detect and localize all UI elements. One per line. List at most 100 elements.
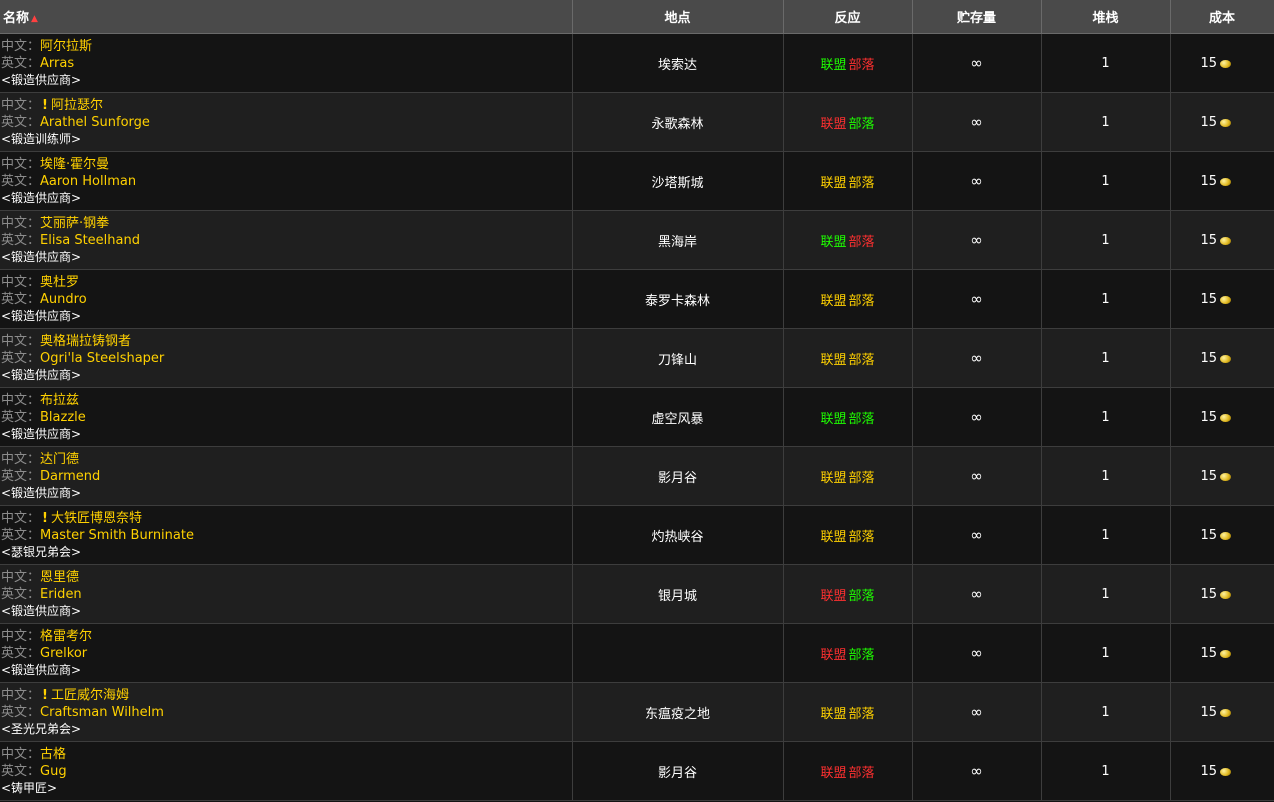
location-cell[interactable]: 银月城 — [572, 564, 784, 624]
table-row[interactable]: 中文：! 工匠威尔海姆 英文：Craftsman Wilhelm <圣光兄弟会> 东瘟疫… — [0, 682, 1274, 742]
npc-name-cell: 中文：布拉兹 英文：Blazzle <锻造供应商> — [0, 387, 573, 447]
table-row[interactable]: 中文：格雷考尔 英文：Grelkor <锻造供应商> 联盟 部落 ∞ 1 15 — [0, 623, 1274, 683]
quest-icon: ! — [42, 510, 48, 526]
table-row[interactable]: 中文：布拉兹 英文：Blazzle <锻造供应商> 虚空风暴 联盟 部落 ∞ 1 15 — [0, 387, 1274, 447]
location-cell[interactable]: 黑海岸 — [572, 210, 784, 270]
location-cell[interactable] — [572, 623, 784, 683]
column-header-location[interactable]: 地点 — [572, 0, 784, 34]
table-row[interactable]: 中文：! 大铁匠博恩奈特 英文：Master Smith Burninate <瑟银兄… — [0, 505, 1274, 565]
location-cell[interactable]: 灼热峡谷 — [572, 505, 784, 565]
npc-name-en-link[interactable]: Grelkor — [40, 646, 87, 661]
en-label: 英文： — [1, 291, 41, 307]
npc-name-cn-link[interactable]: 艾丽萨·钢拳 — [40, 216, 109, 231]
stock-cell: ∞ — [912, 623, 1042, 683]
alliance-reaction: 联盟 — [820, 470, 847, 486]
cost-value: 15 — [1200, 586, 1218, 602]
table-row[interactable]: 中文：奥杜罗 英文：Aundro <锻造供应商> 泰罗卡森林 联盟 部落 ∞ 1 15 — [0, 269, 1274, 329]
npc-name-en-link[interactable]: Elisa Steelhand — [40, 233, 140, 248]
location-cell[interactable]: 泰罗卡森林 — [572, 269, 784, 329]
gold-coin-icon — [1220, 531, 1232, 540]
cost-value: 15 — [1200, 350, 1218, 366]
alliance-reaction: 联盟 — [820, 529, 847, 545]
location-cell[interactable]: 虚空风暴 — [572, 387, 784, 447]
table-row[interactable]: 中文：! 阿拉瑟尔 英文：Arathel Sunforge <锻造训练师> 永歌森林 联盟… — [0, 92, 1274, 152]
column-header-stack[interactable]: 堆栈 — [1041, 0, 1171, 34]
npc-name-en-link[interactable]: Aundro — [40, 292, 87, 307]
npc-name-cn-link[interactable]: 奥格瑞拉铸钢者 — [40, 334, 131, 349]
npc-name-cell: 中文：恩里德 英文：Eriden <锻造供应商> — [0, 564, 573, 624]
column-header-cost[interactable]: 成本 — [1170, 0, 1274, 34]
en-label: 英文： — [1, 704, 41, 720]
npc-name-en-link[interactable]: Craftsman Wilhelm — [40, 705, 164, 720]
cost-value: 15 — [1200, 645, 1218, 661]
location-cell[interactable]: 东瘟疫之地 — [572, 682, 784, 742]
npc-name-cn-link[interactable]: 阿拉瑟尔 — [51, 98, 103, 113]
en-label: 英文： — [1, 173, 41, 189]
npc-name-en-link[interactable]: Arras — [40, 56, 74, 71]
column-header-stock[interactable]: 贮存量 — [912, 0, 1042, 34]
stock-cell: ∞ — [912, 682, 1042, 742]
location-cell[interactable]: 埃索达 — [572, 33, 784, 93]
alliance-reaction: 联盟 — [820, 234, 847, 250]
cost-value: 15 — [1200, 527, 1218, 543]
table-row[interactable]: 中文：艾丽萨·钢拳 英文：Elisa Steelhand <锻造供应商> 黑海岸 联盟部… — [0, 210, 1274, 270]
npc-name-cn-link[interactable]: 阿尔拉斯 — [40, 39, 92, 54]
gold-coin-icon — [1220, 649, 1232, 658]
table-row[interactable]: 中文：达门德 英文：Darmend <锻造供应商> 影月谷 联盟 部落 ∞ 1 15 — [0, 446, 1274, 506]
stock-cell: ∞ — [912, 564, 1042, 624]
column-header-name[interactable]: 名称 ▲ — [0, 0, 573, 34]
location-cell[interactable]: 影月谷 — [572, 741, 784, 801]
table-row[interactable]: 中文：古格 英文：Gug <铸甲匠> 影月谷 联盟 部落 ∞ 1 15 — [0, 741, 1274, 801]
cn-label: 中文： — [1, 392, 41, 408]
npc-name-cn-link[interactable]: 达门德 — [40, 452, 79, 467]
cn-label: 中文： — [1, 510, 41, 526]
npc-name-cn-link[interactable]: 埃隆·霍尔曼 — [40, 157, 109, 172]
npc-name-en-link[interactable]: Master Smith Burninate — [40, 528, 194, 543]
npc-name-en-link[interactable]: Darmend — [40, 469, 100, 484]
npc-name-en-link[interactable]: Eriden — [40, 587, 82, 602]
reaction-cell: 联盟 部落 — [783, 151, 913, 211]
column-header-reaction[interactable]: 反应 — [783, 0, 913, 34]
npc-name-cell: 中文：埃隆·霍尔曼 英文：Aaron Hollman <锻造供应商> — [0, 151, 573, 211]
stack-cell: 1 — [1041, 741, 1171, 801]
stock-cell: ∞ — [912, 151, 1042, 211]
npc-name-cell: 中文：格雷考尔 英文：Grelkor <锻造供应商> — [0, 623, 573, 683]
npc-name-cn-link[interactable]: 格雷考尔 — [40, 629, 92, 644]
sort-ascending-icon: ▲ — [31, 14, 38, 24]
npc-name-cn-link[interactable]: 大铁匠博恩奈特 — [51, 511, 142, 526]
alliance-reaction: 联盟 — [820, 57, 847, 73]
npc-name-cn-link[interactable]: 工匠威尔海姆 — [51, 688, 129, 703]
stock-cell: ∞ — [912, 210, 1042, 270]
npc-name-cn-link[interactable]: 恩里德 — [40, 570, 79, 585]
npc-name-cn-link[interactable]: 奥杜罗 — [40, 275, 79, 290]
table-row[interactable]: 中文：奥格瑞拉铸钢者 英文：Ogri'la Steelshaper <锻造供应商> 刀… — [0, 328, 1274, 388]
table-row[interactable]: 中文：恩里德 英文：Eriden <锻造供应商> 银月城 联盟 部落 ∞ 1 15 — [0, 564, 1274, 624]
location-cell[interactable]: 刀锋山 — [572, 328, 784, 388]
location-cell[interactable]: 影月谷 — [572, 446, 784, 506]
npc-subtitle: <瑟银兄弟会> — [1, 544, 82, 559]
gold-coin-icon — [1220, 590, 1232, 599]
table-row[interactable]: 中文：埃隆·霍尔曼 英文：Aaron Hollman <锻造供应商> 沙塔斯城 联盟 部落… — [0, 151, 1274, 211]
location-cell[interactable]: 沙塔斯城 — [572, 151, 784, 211]
npc-name-cn-link[interactable]: 布拉兹 — [40, 393, 79, 408]
en-label: 英文： — [1, 232, 41, 248]
npc-name-cn-link[interactable]: 古格 — [40, 747, 66, 762]
npc-name-en-link[interactable]: Gug — [40, 764, 67, 779]
npc-name-en-link[interactable]: Aaron Hollman — [40, 174, 136, 189]
npc-name-en-link[interactable]: Blazzle — [40, 410, 86, 425]
table-row[interactable]: 中文：阿尔拉斯 英文：Arras <锻造供应商> 埃索达 联盟 部落 ∞ 1 15 — [0, 33, 1274, 93]
gold-coin-icon — [1220, 354, 1232, 363]
reaction-cell: 联盟 部落 — [783, 33, 913, 93]
npc-name-en-link[interactable]: Ogri'la Steelshaper — [40, 351, 164, 366]
npc-name-cell: 中文：! 大铁匠博恩奈特 英文：Master Smith Burninate <瑟银兄… — [0, 505, 573, 565]
cost-cell: 15 — [1170, 387, 1274, 447]
npc-subtitle: <锻造供应商> — [1, 249, 82, 264]
stack-cell: 1 — [1041, 33, 1171, 93]
horde-reaction: 部落 — [848, 411, 875, 427]
npc-name-cell: 中文：! 工匠威尔海姆 英文：Craftsman Wilhelm <圣光兄弟会> — [0, 682, 573, 742]
npc-name-en-link[interactable]: Arathel Sunforge — [40, 115, 150, 130]
alliance-reaction: 联盟 — [820, 352, 847, 368]
stock-cell: ∞ — [912, 446, 1042, 506]
stock-cell: ∞ — [912, 328, 1042, 388]
location-cell[interactable]: 永歌森林 — [572, 92, 784, 152]
